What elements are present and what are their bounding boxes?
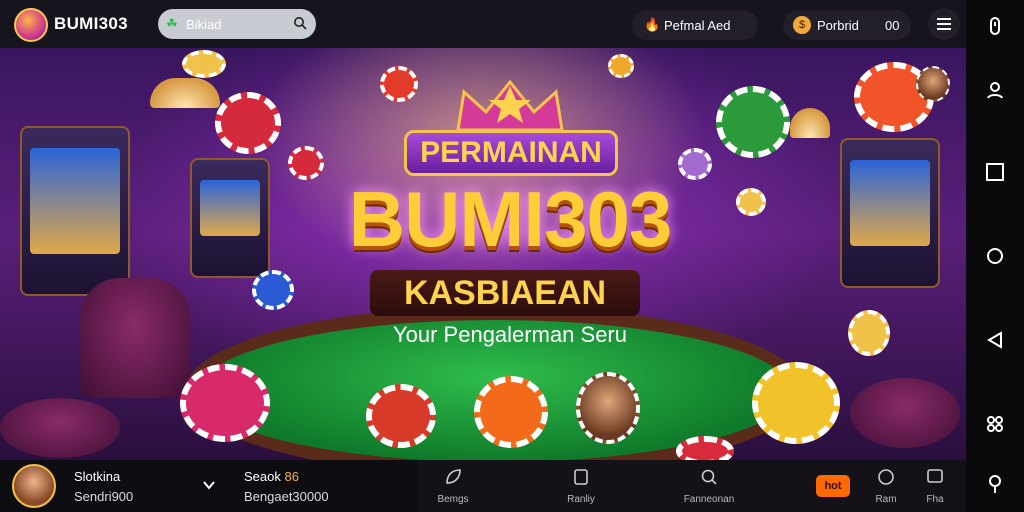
leaf-icon (446, 469, 461, 484)
document-icon (574, 469, 588, 485)
chip-image (380, 66, 418, 102)
tab-fanneonan[interactable]: Fanneonan (674, 460, 744, 512)
chip-image (366, 384, 436, 448)
chip-image (608, 54, 634, 78)
balance-label: Seaok 86 (244, 469, 299, 484)
avatar[interactable] (12, 464, 56, 508)
balance-highlight: 86 (284, 469, 299, 484)
banner-tagline: Your Pengalerman Seru (392, 322, 627, 347)
coin-icon: $ (793, 16, 811, 34)
search-input[interactable]: Bikiad (186, 17, 221, 32)
ceiling-lamp-icon (150, 78, 220, 108)
back-icon[interactable] (985, 330, 1005, 350)
menu-line (937, 23, 951, 25)
menu-line (937, 28, 951, 30)
chip-image (215, 92, 281, 154)
chip-image (180, 364, 270, 442)
promo-label: Pefmal Aed (664, 18, 731, 33)
chip-image (752, 362, 840, 444)
chip-image (736, 188, 766, 216)
ceiling-lamp-icon (790, 108, 830, 138)
system-nav (966, 0, 1024, 512)
square-icon[interactable] (985, 162, 1005, 182)
title-sub: KASBIAEAN (370, 270, 640, 316)
crown-icon (456, 79, 564, 132)
chip-image (848, 310, 890, 356)
points-count: 00 (885, 18, 900, 33)
title-top: PERMAINAN (404, 130, 618, 176)
points-pill[interactable]: $ Porbrid 00 (783, 10, 911, 40)
avatar-chip-image (916, 66, 950, 102)
chip-image (182, 50, 226, 78)
search-icon (701, 469, 717, 485)
search-icon[interactable] (293, 16, 307, 30)
avatar-chip-image (576, 372, 640, 444)
user-panel[interactable]: Slotkina Sendri900 Seaok 86 Bengaet30000 (0, 460, 418, 512)
hero-banner[interactable]: PERMAINAN BUMI303 KASBIAEAN Your Pengale… (0, 48, 966, 460)
chip-image (676, 436, 734, 460)
torch-icon: 🔥 (644, 17, 661, 32)
title-main: BUMI303 (348, 175, 672, 263)
menu-button[interactable] (928, 8, 960, 40)
users-icon[interactable] (985, 80, 1005, 100)
tab-label: Fha (926, 494, 944, 505)
slot-machine-image (190, 158, 270, 278)
balance-label-text: Seaok (244, 469, 281, 484)
stool-image (0, 398, 120, 458)
circle-icon (878, 469, 894, 485)
brand-name[interactable]: BUMI303 (54, 14, 128, 34)
tab-ranliy[interactable]: Ranliy (546, 460, 616, 512)
notification-icon[interactable] (985, 16, 1005, 36)
tab-label: Fanneonan (683, 494, 735, 505)
search-bar[interactable]: ☘ Bikiad (158, 9, 316, 39)
chip-image (288, 146, 324, 180)
home-circle-icon[interactable] (985, 246, 1005, 266)
stool-image (850, 378, 960, 448)
brand-logo-icon[interactable] (14, 8, 48, 42)
top-bar: BUMI303 ☘ Bikiad 🔥 Pefmal Aed $ Porbrid … (0, 0, 966, 48)
user-subtitle: Sendri900 (74, 489, 134, 504)
chip-image (716, 86, 790, 158)
tab-fha[interactable]: Fha (905, 460, 965, 512)
points-label: Porbrid (817, 18, 859, 33)
chip-image (474, 376, 548, 448)
location-icon[interactable] (985, 474, 1005, 494)
balance-value: Bengaet30000 (244, 489, 329, 504)
chat-icon (927, 469, 943, 483)
stool-image (80, 278, 190, 398)
chevron-down-icon[interactable] (202, 478, 216, 492)
slot-machine-image (20, 126, 130, 296)
tab-bemgs[interactable]: Bemgs (418, 460, 488, 512)
hot-badge[interactable]: hot (816, 475, 850, 497)
leaf-icon: ☘ (166, 16, 178, 31)
slot-machine-image (840, 138, 940, 288)
tab-label: Bemgs (437, 494, 469, 505)
tab-label: Ranliy (567, 494, 595, 505)
promo-pill[interactable]: 🔥 Pefmal Aed (632, 10, 758, 40)
chip-image (252, 270, 294, 310)
menu-line (937, 18, 951, 20)
apps-icon[interactable] (985, 414, 1005, 434)
bottom-bar: Slotkina Sendri900 Seaok 86 Bengaet30000… (0, 460, 966, 512)
user-name: Slotkina (74, 469, 121, 484)
